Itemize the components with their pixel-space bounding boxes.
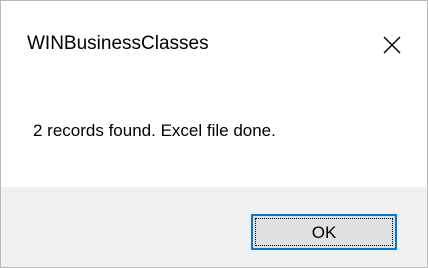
title-bar: WINBusinessClasses bbox=[1, 1, 427, 83]
dialog-title: WINBusinessClasses bbox=[27, 33, 209, 54]
close-icon bbox=[383, 36, 401, 54]
dialog-footer: OK bbox=[1, 187, 427, 267]
ok-button[interactable]: OK bbox=[251, 214, 397, 250]
dialog-message: 2 records found. Excel file done. bbox=[33, 121, 276, 140]
dialog-content: 2 records found. Excel file done. bbox=[1, 83, 427, 187]
close-button[interactable] bbox=[369, 25, 415, 65]
message-dialog: WINBusinessClasses 2 records found. Exce… bbox=[0, 0, 428, 268]
ok-button-label: OK bbox=[311, 222, 337, 242]
